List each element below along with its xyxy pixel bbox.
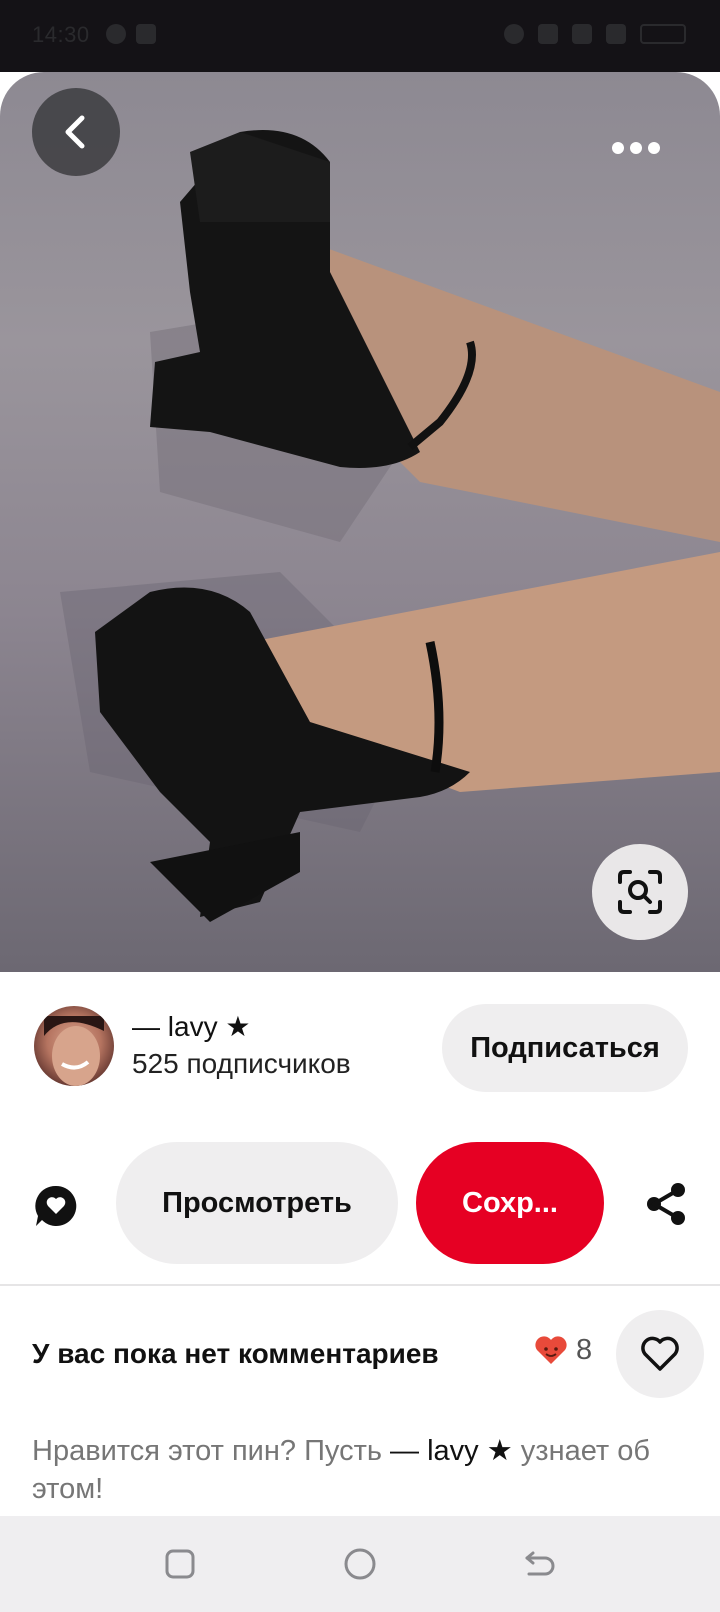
action-row: Просмотреть Сохр... [0,1142,720,1264]
more-dots-icon [612,142,624,154]
follower-count: 525 подписчиков [132,1048,351,1079]
shoes-photo [60,130,720,922]
comments-title: У вас пока нет комментариев [32,1338,439,1369]
comment-heart-icon [35,1185,77,1226]
share-button[interactable] [636,1174,696,1234]
like-button[interactable] [616,1310,704,1398]
back-nav-button[interactable] [520,1544,560,1584]
home-button[interactable] [340,1544,380,1584]
heart-outline-icon [641,1336,679,1371]
home-icon [344,1548,376,1580]
save-button[interactable]: Сохр... [416,1142,604,1264]
heart-face-icon [535,1335,567,1364]
visual-search-icon [618,870,662,914]
recent-apps-button[interactable] [160,1544,200,1584]
owl-icon [106,24,126,44]
prompt-creator-name[interactable]: — lavy ★ [390,1435,513,1467]
more-options-button[interactable] [596,128,676,168]
notification-icon [136,24,156,44]
system-nav-bar [0,1516,720,1612]
view-button[interactable]: Просмотреть [116,1142,398,1264]
share-icon [647,1183,685,1225]
creator-row: — lavy ★ 525 подписчиков Подписаться [0,972,720,1112]
status-time: 14:30 [32,22,90,47]
avatar[interactable] [34,1006,114,1086]
comment-button[interactable] [28,1178,84,1234]
follow-button[interactable]: Подписаться [442,1004,688,1092]
pin-image[interactable] [0,72,720,972]
creator-name[interactable]: — lavy ★ [132,1010,250,1043]
avatar-photo [44,1016,104,1086]
back-icon [525,1551,555,1576]
back-button[interactable] [32,88,120,176]
chevron-left-icon [65,115,85,149]
divider [0,1284,720,1286]
battery-icon [640,24,686,44]
network-type-icon [606,24,626,44]
wifi-icon [538,24,558,44]
visual-search-button[interactable] [592,844,688,940]
alarm-icon [504,24,524,44]
comment-prompt: Нравится этот пин? Пусть — lavy ★ узнает… [32,1435,650,1505]
reactions[interactable]: 8 [534,1334,592,1367]
recent-apps-icon [165,1549,195,1579]
status-bar: 14:30 [0,0,720,72]
signal-icon [572,24,592,44]
reaction-count: 8 [576,1334,593,1366]
